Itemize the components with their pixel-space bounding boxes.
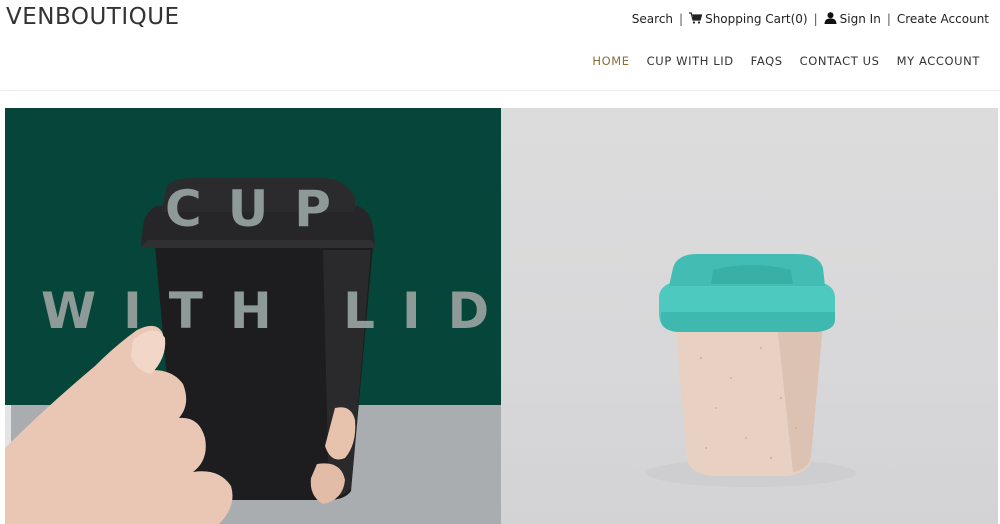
nav-item-contact-us[interactable]: CONTACT US	[800, 54, 880, 68]
search-link[interactable]: Search	[632, 12, 673, 26]
cart-label: Shopping Cart(0)	[705, 12, 808, 26]
utility-bar: Search | Shopping Cart(0) | Sign In | Cr…	[632, 12, 989, 26]
nav-item-my-account[interactable]: MY ACCOUNT	[897, 54, 980, 68]
hero-left-panel: CUP WITH LID	[5, 108, 501, 524]
separator: |	[886, 12, 891, 26]
hero-title-line1: CUP	[165, 180, 357, 238]
teal-lid-cup-image	[646, 254, 856, 487]
sign-in-label: Sign In	[839, 12, 881, 26]
user-icon	[824, 12, 837, 24]
site-header: VENBOUTIQUE Search | Shopping Cart(0) | …	[0, 0, 1000, 91]
shopping-cart-icon	[689, 12, 703, 24]
main-nav: HOME CUP WITH LID FAQS CONTACT US MY ACC…	[575, 54, 980, 68]
create-account-link[interactable]: Create Account	[897, 12, 989, 26]
site-logo[interactable]: VENBOUTIQUE	[6, 4, 180, 30]
hero-banner[interactable]: CUP WITH LID	[5, 108, 998, 524]
separator: |	[813, 12, 818, 26]
sign-in-link[interactable]: Sign In	[824, 12, 881, 26]
separator: |	[679, 12, 684, 26]
nav-item-cup-with-lid[interactable]: CUP WITH LID	[647, 54, 734, 68]
nav-item-faqs[interactable]: FAQS	[751, 54, 783, 68]
hero-right-panel	[501, 108, 998, 524]
nav-item-home[interactable]: HOME	[592, 54, 629, 68]
hero-title-line2: WITH LID	[41, 282, 501, 340]
shopping-cart-link[interactable]: Shopping Cart(0)	[689, 12, 808, 26]
